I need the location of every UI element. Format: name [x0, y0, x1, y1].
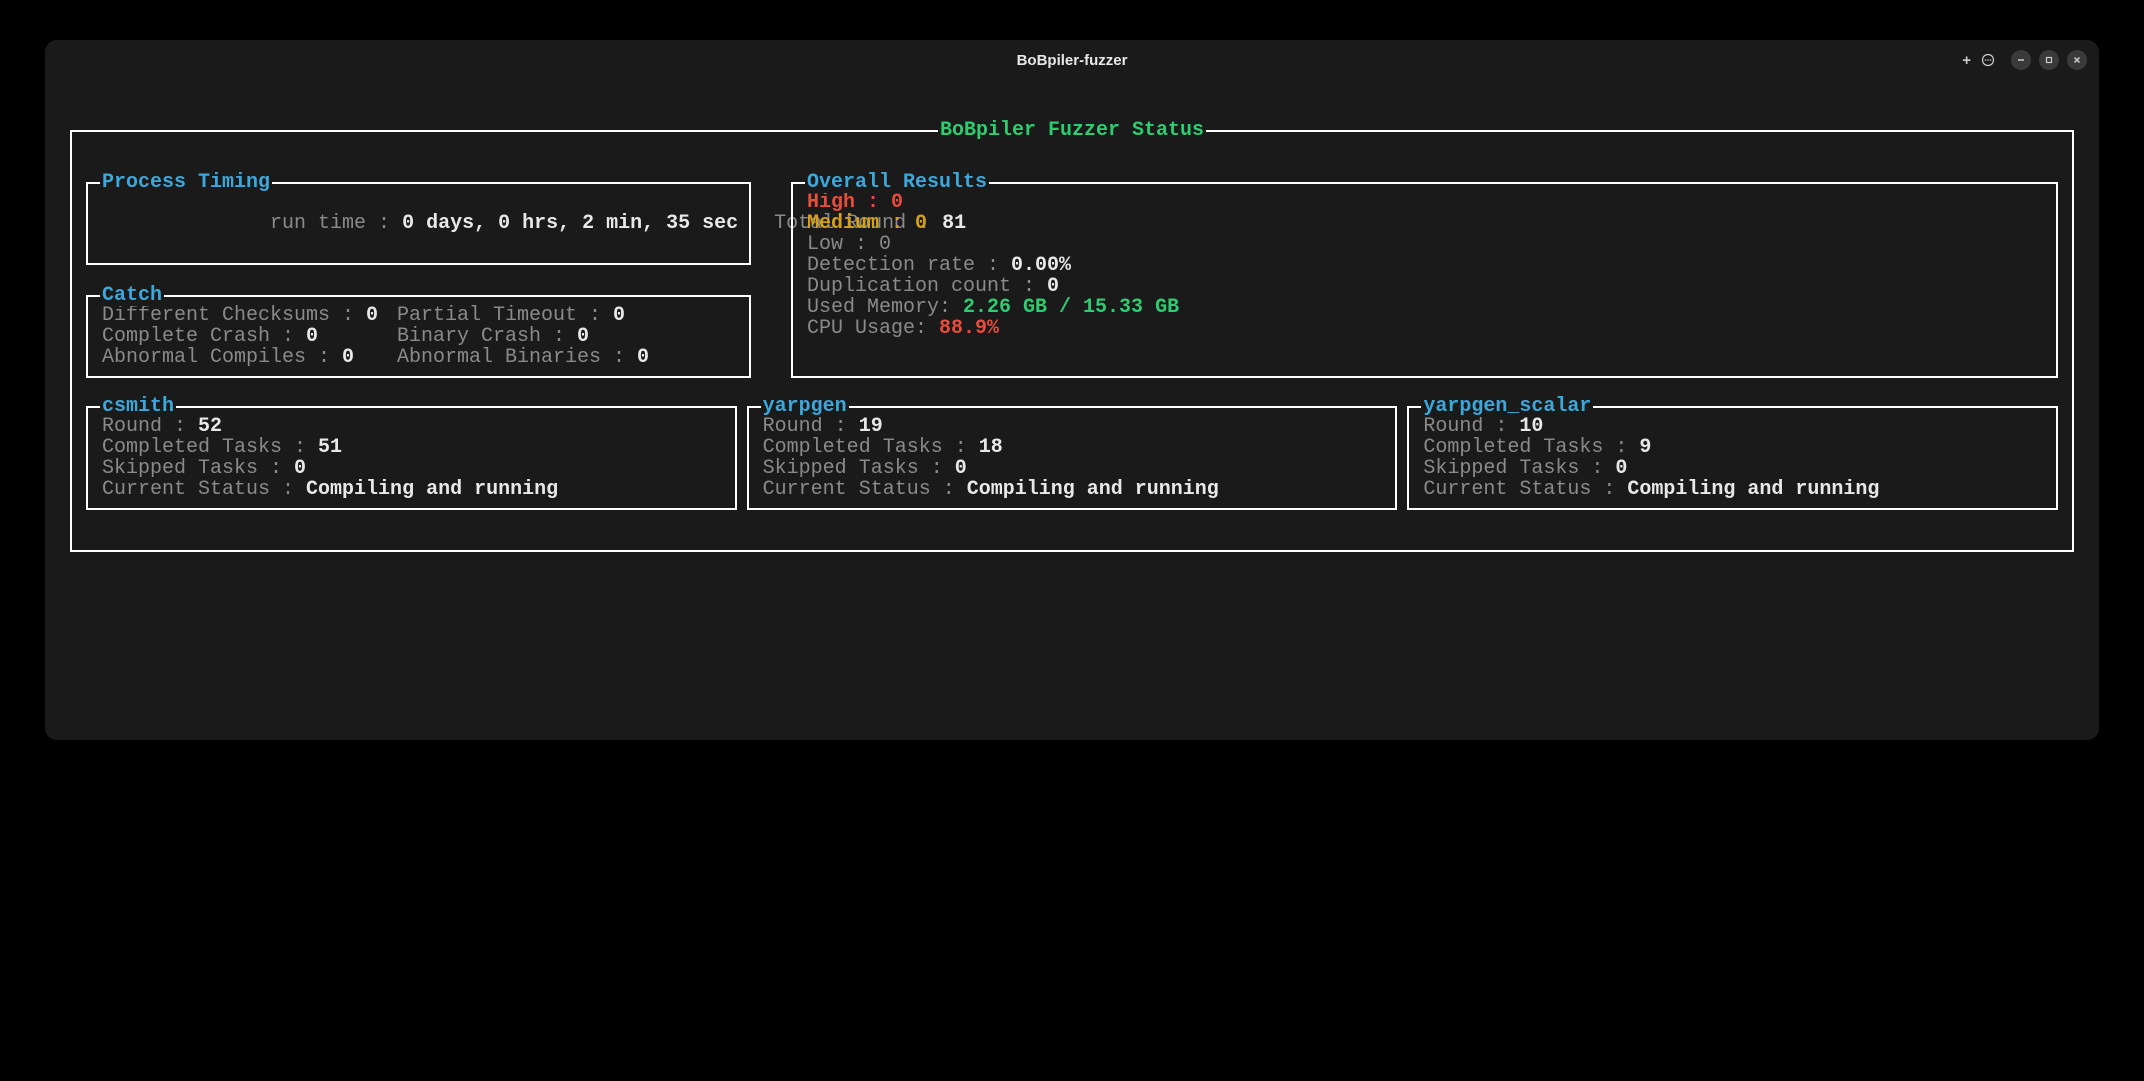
binary-crash-label: Binary Crash :: [397, 325, 577, 348]
new-tab-icon[interactable]: +: [1962, 52, 1971, 69]
status-value: Compiling and running: [306, 478, 558, 501]
completed-value: 51: [318, 436, 342, 459]
run-time-value: 0 days, 0 hrs, 2 min, 35 sec: [402, 212, 738, 235]
completed-label: Completed Tasks :: [763, 436, 979, 459]
abnormal-binaries-value: 0: [637, 346, 649, 369]
completed-label: Completed Tasks :: [1423, 436, 1639, 459]
status-label: Current Status :: [102, 478, 306, 501]
round-label: Round :: [102, 415, 198, 438]
run-time-label: run time :: [270, 212, 402, 235]
main-box-title: BoBpiler Fuzzer Status: [938, 120, 1206, 141]
used-memory-value: 2.26 GB / 15.33 GB: [963, 296, 1179, 319]
round-label: Round :: [1423, 415, 1519, 438]
titlebar: BoBpiler-fuzzer +: [45, 40, 2099, 80]
round-value: 52: [198, 415, 222, 438]
partial-timeout-value: 0: [613, 304, 625, 327]
round-label: Round :: [763, 415, 859, 438]
medium-label: Medium :: [807, 212, 915, 235]
status-value: Compiling and running: [1627, 478, 1879, 501]
abnormal-compiles-value: 0: [342, 346, 354, 369]
high-value: 0: [891, 191, 903, 214]
terminal-window: BoBpiler-fuzzer + BoBpiler Fuzzer Status: [45, 40, 2099, 740]
generator-title: csmith: [100, 396, 176, 417]
generator-box-csmith: csmith Round : 52 Completed Tasks : 51 S…: [86, 406, 737, 510]
dup-count-label: Duplication count :: [807, 275, 1047, 298]
titlebar-controls: +: [1962, 50, 2087, 70]
skipped-label: Skipped Tasks :: [102, 457, 294, 480]
detection-rate-label: Detection rate :: [807, 254, 1011, 277]
skipped-value: 0: [955, 457, 967, 480]
generator-title: yarpgen: [761, 396, 849, 417]
process-timing-title: Process Timing: [100, 172, 272, 193]
detection-rate-value: 0.00%: [1011, 254, 1071, 277]
round-value: 10: [1519, 415, 1543, 438]
complete-crash-label: Complete Crash :: [102, 325, 306, 348]
overall-results-title: Overall Results: [805, 172, 989, 193]
high-label: High :: [807, 191, 891, 214]
skipped-label: Skipped Tasks :: [763, 457, 955, 480]
dup-count-value: 0: [1047, 275, 1059, 298]
generator-box-yarpgen: yarpgen Round : 19 Completed Tasks : 18 …: [747, 406, 1398, 510]
status-value: Compiling and running: [967, 478, 1219, 501]
left-column: Process Timing run time : 0 days, 0 hrs,…: [86, 172, 751, 378]
cpu-usage-label: CPU Usage:: [807, 317, 939, 340]
completed-label: Completed Tasks :: [102, 436, 318, 459]
cpu-usage-value: 88.9%: [939, 317, 999, 340]
diff-checksums-value: 0: [366, 304, 378, 327]
low-value: 0: [879, 233, 891, 256]
overall-results-box: Overall Results High : 0 Medium : 0 Low …: [791, 182, 2058, 378]
partial-timeout-label: Partial Timeout :: [397, 304, 613, 327]
binary-crash-value: 0: [577, 325, 589, 348]
completed-value: 18: [979, 436, 1003, 459]
process-timing-box: Process Timing run time : 0 days, 0 hrs,…: [86, 182, 751, 265]
minimize-button[interactable]: [2011, 50, 2031, 70]
abnormal-binaries-label: Abnormal Binaries :: [397, 346, 637, 369]
skipped-value: 0: [294, 457, 306, 480]
maximize-button[interactable]: [2039, 50, 2059, 70]
generator-box-yarpgen-scalar: yarpgen_scalar Round : 10 Completed Task…: [1407, 406, 2058, 510]
window-title: BoBpiler-fuzzer: [1017, 52, 1128, 69]
medium-value: 0: [915, 212, 927, 235]
terminal-content: BoBpiler Fuzzer Status Process Timing ru…: [45, 80, 2099, 577]
status-label: Current Status :: [1423, 478, 1627, 501]
status-label: Current Status :: [763, 478, 967, 501]
main-status-box: BoBpiler Fuzzer Status Process Timing ru…: [70, 130, 2074, 552]
round-value: 19: [859, 415, 883, 438]
skipped-label: Skipped Tasks :: [1423, 457, 1615, 480]
close-button[interactable]: [2067, 50, 2087, 70]
catch-box: Catch Different Checksums : 0 Complete C…: [86, 295, 751, 378]
catch-title: Catch: [100, 285, 164, 306]
used-memory-label: Used Memory:: [807, 296, 963, 319]
skipped-value: 0: [1615, 457, 1627, 480]
low-label: Low :: [807, 233, 879, 256]
diff-checksums-label: Different Checksums :: [102, 304, 366, 327]
completed-value: 9: [1639, 436, 1651, 459]
menu-icon[interactable]: [1981, 53, 1995, 67]
generator-title: yarpgen_scalar: [1421, 396, 1593, 417]
complete-crash-value: 0: [306, 325, 318, 348]
abnormal-compiles-label: Abnormal Compiles :: [102, 346, 342, 369]
